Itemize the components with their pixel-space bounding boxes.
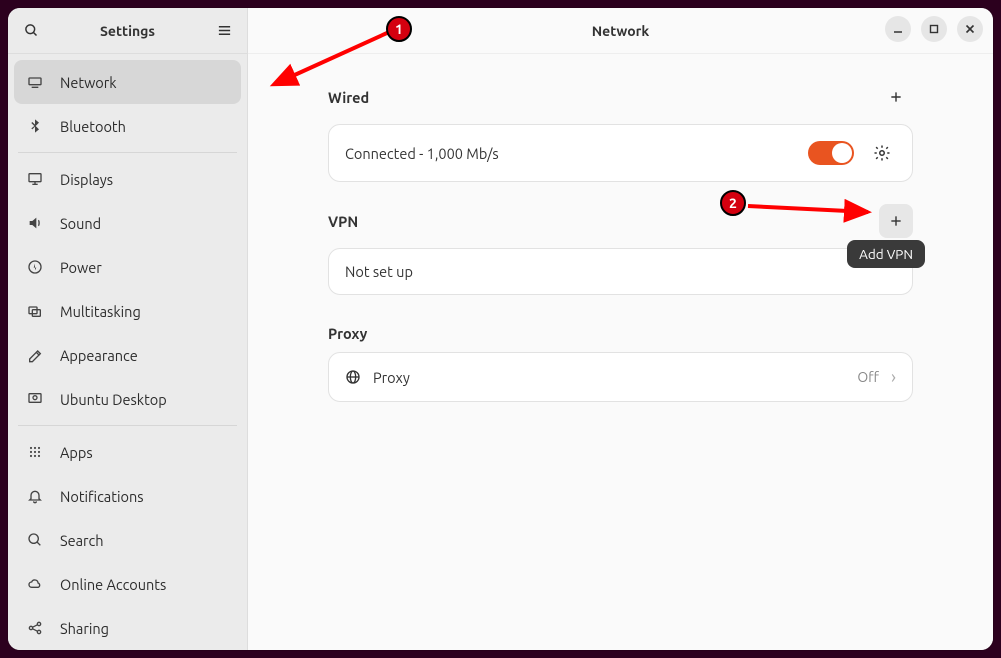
bell-icon	[26, 488, 44, 504]
sidebar-item-bluetooth[interactable]: Bluetooth	[8, 104, 247, 148]
sidebar-item-displays[interactable]: Displays	[8, 157, 247, 201]
sidebar-list: Network Bluetooth Displays Sound	[8, 54, 247, 650]
maximize-icon	[929, 24, 939, 34]
sidebar-divider	[18, 152, 237, 153]
network-icon	[26, 74, 44, 90]
sidebar-item-network[interactable]: Network	[14, 60, 241, 104]
apps-icon	[26, 444, 44, 460]
wired-status: Connected - 1,000 Mb/s	[345, 145, 794, 162]
toggle-knob	[832, 143, 852, 163]
sidebar-item-label: Notifications	[60, 488, 144, 505]
vpn-section-header: VPN	[328, 204, 913, 238]
cloud-icon	[26, 576, 44, 592]
chevron-right-icon: ›	[891, 367, 896, 387]
sidebar-divider	[18, 425, 237, 426]
power-icon	[26, 259, 44, 275]
wired-toggle[interactable]	[808, 141, 854, 165]
wired-settings-button[interactable]	[868, 139, 896, 167]
proxy-section-header: Proxy	[328, 325, 913, 342]
vpn-status: Not set up	[345, 263, 896, 280]
sidebar-item-label: Ubuntu Desktop	[60, 391, 167, 408]
sidebar-item-label: Search	[60, 532, 104, 549]
hamburger-icon	[217, 23, 232, 38]
sidebar-item-notifications[interactable]: Notifications	[8, 474, 247, 518]
sidebar-item-apps[interactable]: Apps	[8, 430, 247, 474]
vpn-status-row: Not set up	[328, 248, 913, 295]
sidebar-item-power[interactable]: Power	[8, 245, 247, 289]
maximize-button[interactable]	[921, 16, 947, 42]
sidebar-item-label: Displays	[60, 171, 113, 188]
minimize-button[interactable]	[885, 16, 911, 42]
plus-icon	[889, 90, 903, 104]
proxy-row[interactable]: Proxy Off ›	[328, 352, 913, 402]
proxy-label: Proxy	[373, 369, 845, 386]
sidebar: Settings Network Bluetooth	[8, 8, 248, 650]
hamburger-button[interactable]	[209, 16, 239, 46]
page-title: Network	[592, 23, 650, 39]
sidebar-item-label: Sound	[60, 215, 101, 232]
sidebar-item-sharing[interactable]: Sharing	[8, 606, 247, 650]
displays-icon	[26, 171, 44, 187]
proxy-heading: Proxy	[328, 325, 367, 342]
add-vpn-button[interactable]	[879, 204, 913, 238]
main-header: Network	[248, 8, 993, 54]
search-button[interactable]	[16, 16, 46, 46]
wired-heading: Wired	[328, 89, 369, 106]
add-wired-button[interactable]	[879, 80, 913, 114]
sidebar-item-search[interactable]: Search	[8, 518, 247, 562]
wired-connection-row: Connected - 1,000 Mb/s	[328, 124, 913, 182]
sidebar-item-online-accounts[interactable]: Online Accounts	[8, 562, 247, 606]
sidebar-item-label: Sharing	[60, 620, 109, 637]
plus-icon	[889, 214, 903, 228]
window-controls	[885, 16, 983, 42]
sound-icon	[26, 215, 44, 231]
proxy-value: Off	[857, 369, 879, 385]
minimize-icon	[893, 24, 903, 34]
annotation-badge-2: 2	[720, 190, 746, 216]
multitasking-icon	[26, 303, 44, 319]
sidebar-item-label: Online Accounts	[60, 576, 166, 593]
sidebar-item-appearance[interactable]: Appearance	[8, 333, 247, 377]
ubuntu-desktop-icon	[26, 391, 44, 407]
sidebar-header: Settings	[8, 8, 247, 54]
proxy-icon	[345, 369, 361, 385]
vpn-heading: VPN	[328, 213, 358, 230]
add-vpn-tooltip: Add VPN	[847, 240, 925, 268]
sidebar-item-label: Network	[60, 74, 117, 91]
sidebar-item-label: Apps	[60, 444, 93, 461]
wired-section-header: Wired	[328, 80, 913, 114]
bluetooth-icon	[26, 118, 44, 134]
sidebar-title: Settings	[46, 23, 209, 39]
close-button[interactable]	[957, 16, 983, 42]
gear-icon	[873, 144, 891, 162]
close-icon	[965, 24, 975, 34]
search-icon	[24, 23, 39, 38]
main-panel: Network Wired	[248, 8, 993, 650]
sidebar-item-ubuntu-desktop[interactable]: Ubuntu Desktop	[8, 377, 247, 421]
sidebar-item-sound[interactable]: Sound	[8, 201, 247, 245]
sidebar-item-label: Appearance	[60, 347, 138, 364]
sidebar-item-multitasking[interactable]: Multitasking	[8, 289, 247, 333]
sidebar-item-label: Bluetooth	[60, 118, 126, 135]
search-icon	[26, 532, 44, 548]
sidebar-item-label: Multitasking	[60, 303, 141, 320]
annotation-badge-1: 1	[386, 16, 412, 42]
sharing-icon	[26, 620, 44, 636]
appearance-icon	[26, 347, 44, 363]
sidebar-item-label: Power	[60, 259, 102, 276]
settings-window: Settings Network Bluetooth	[8, 8, 993, 650]
